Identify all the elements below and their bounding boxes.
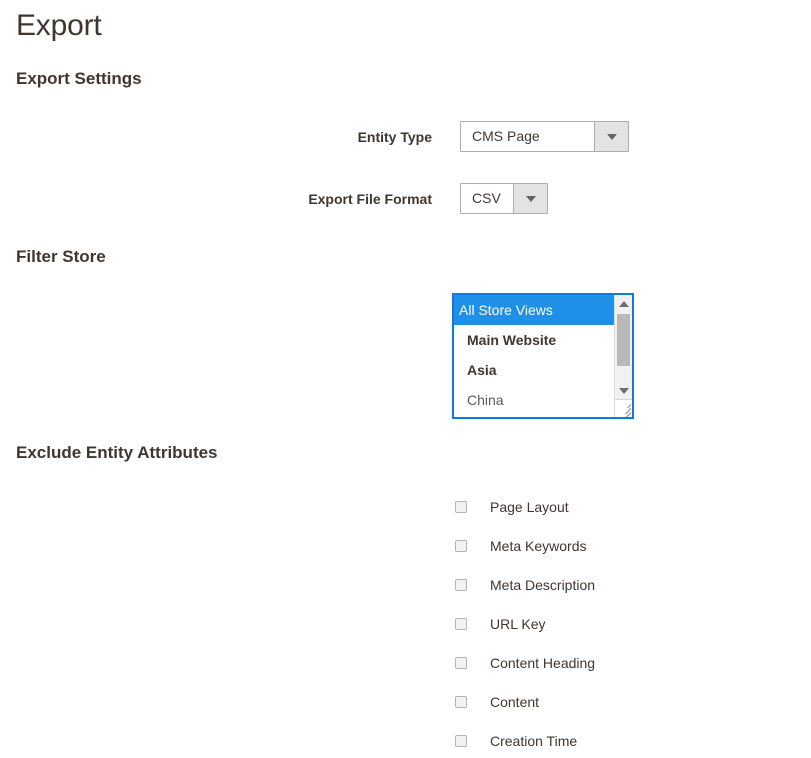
store-views-list[interactable]: All Store Views Main Website Asia China — [454, 295, 614, 417]
resize-grip-icon[interactable] — [614, 399, 632, 417]
section-heading-filter-store: Filter Store — [16, 247, 106, 266]
export-file-format-label: Export File Format — [308, 191, 432, 207]
entity-type-value: CMS Page — [461, 122, 594, 151]
checkbox-row-meta-description[interactable]: Meta Description — [455, 576, 595, 594]
checkbox-row-creation-time[interactable]: Creation Time — [455, 732, 577, 750]
chevron-down-icon[interactable] — [594, 122, 628, 151]
checkbox-label-content-heading: Content Heading — [490, 655, 596, 671]
checkbox-content[interactable] — [455, 696, 467, 708]
entity-type-select[interactable]: CMS Page — [460, 121, 629, 152]
checkbox-row-content[interactable]: Content — [455, 693, 539, 711]
field-row-entity-type: Entity Type CMS Page — [0, 121, 811, 153]
list-item[interactable]: Main Website — [454, 325, 614, 355]
checkbox-creation-time[interactable] — [455, 735, 467, 747]
checkbox-label-creation-time: Creation Time — [490, 733, 578, 749]
export-file-format-select[interactable]: CSV — [460, 183, 548, 214]
checkbox-row-url-key[interactable]: URL Key — [455, 615, 546, 633]
checkbox-meta-description[interactable] — [455, 579, 467, 591]
list-item[interactable]: All Store Views — [454, 295, 614, 325]
page-title: Export — [16, 9, 102, 42]
list-item[interactable]: China — [454, 385, 614, 415]
checkbox-row-page-layout[interactable]: Page Layout — [455, 498, 569, 516]
export-file-format-value: CSV — [461, 184, 513, 213]
section-heading-exclude-entity-attributes: Exclude Entity Attributes — [16, 443, 218, 462]
checkbox-row-content-heading[interactable]: Content Heading — [455, 654, 595, 672]
checkbox-meta-keywords[interactable] — [455, 540, 467, 552]
store-views-listbox[interactable]: All Store Views Main Website Asia China — [452, 293, 634, 419]
triangle-up-icon[interactable] — [615, 295, 632, 312]
checkbox-content-heading[interactable] — [455, 657, 467, 669]
checkbox-label-page-layout: Page Layout — [490, 499, 569, 515]
checkbox-label-meta-keywords: Meta Keywords — [490, 538, 587, 554]
checkbox-label-meta-description: Meta Description — [490, 577, 596, 593]
checkbox-url-key[interactable] — [455, 618, 467, 630]
scrollbar-thumb[interactable] — [617, 314, 630, 366]
checkbox-label-content: Content — [490, 694, 540, 710]
list-item[interactable]: Asia — [454, 355, 614, 385]
checkbox-label-url-key: URL Key — [490, 616, 546, 632]
field-row-export-file-format: Export File Format CSV — [0, 183, 811, 215]
section-heading-export-settings: Export Settings — [16, 69, 142, 88]
export-page: Export Export Settings Entity Type CMS P… — [0, 0, 811, 758]
checkbox-row-meta-keywords[interactable]: Meta Keywords — [455, 537, 586, 555]
triangle-down-icon[interactable] — [615, 382, 632, 399]
chevron-down-icon[interactable] — [513, 184, 547, 213]
entity-type-label: Entity Type — [357, 129, 432, 145]
checkbox-page-layout[interactable] — [455, 501, 467, 513]
